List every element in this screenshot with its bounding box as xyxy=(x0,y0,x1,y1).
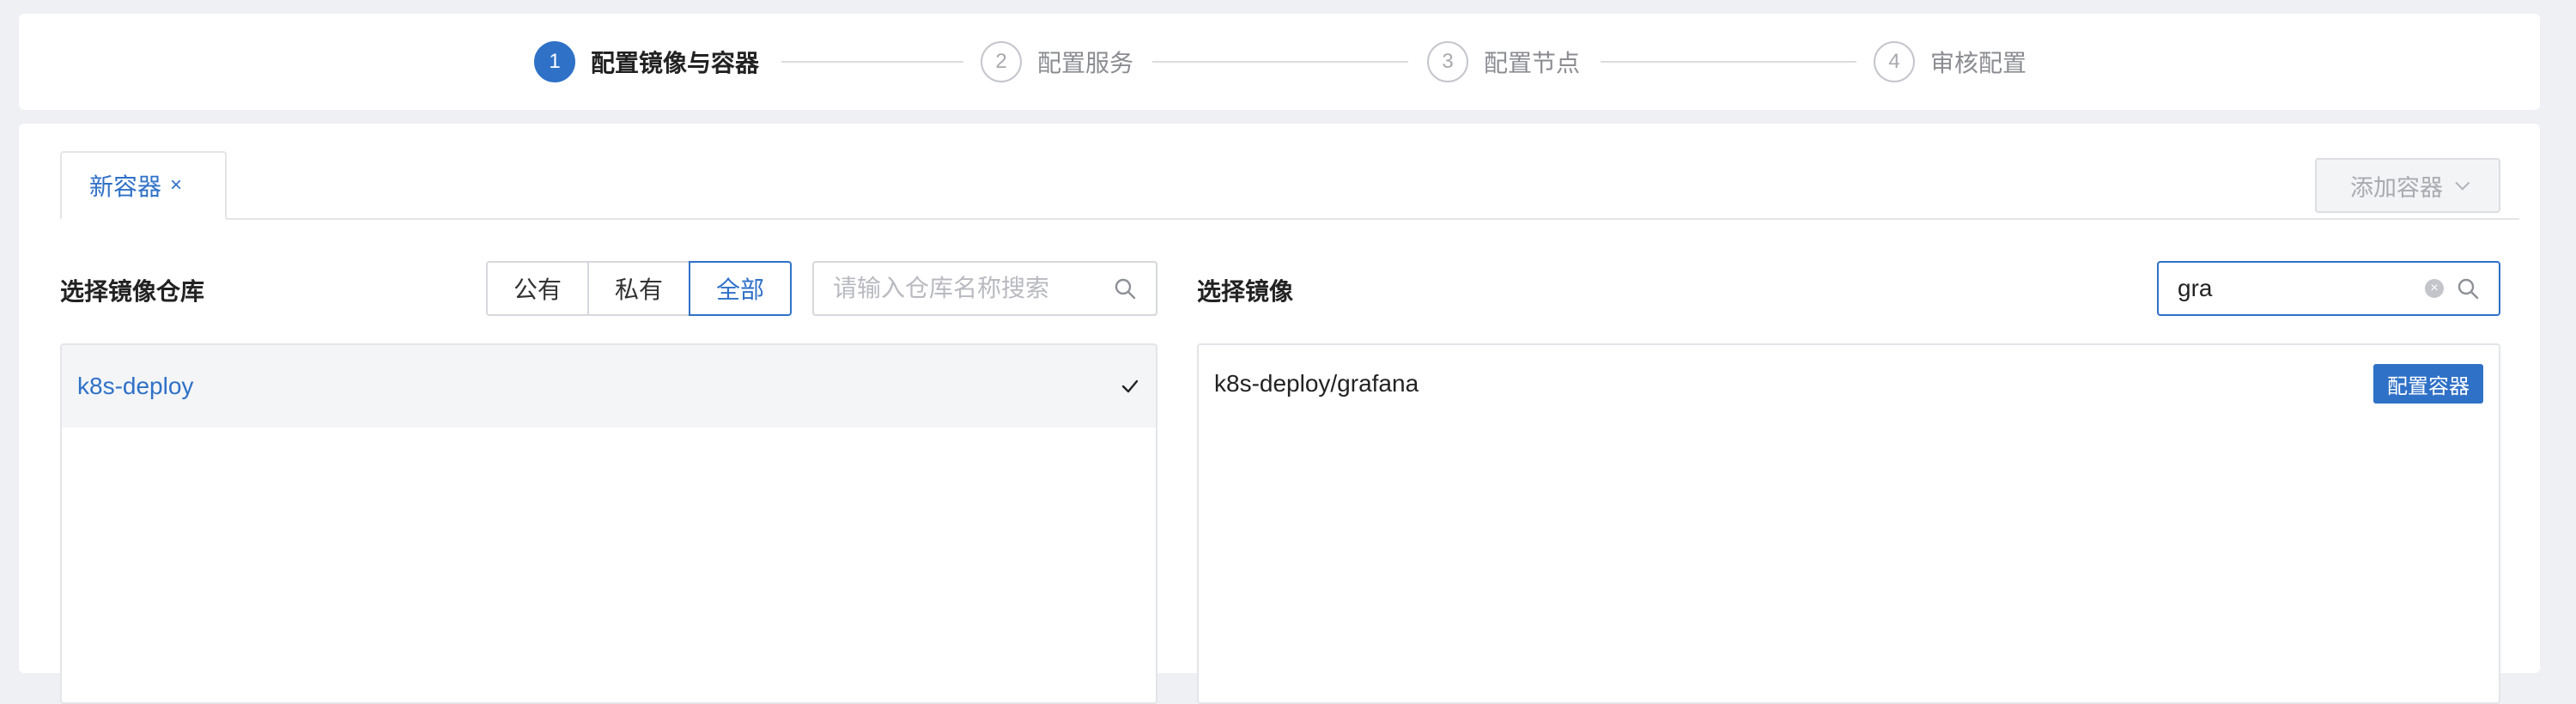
search-icon[interactable] xyxy=(1113,276,1137,300)
add-container-button[interactable]: 添加容器 xyxy=(2315,158,2500,213)
repo-search-box xyxy=(812,261,1157,316)
step-2-number: 2 xyxy=(981,41,1022,82)
clear-icon[interactable]: × xyxy=(2425,279,2444,298)
filter-public-button[interactable]: 公有 xyxy=(486,261,589,316)
tab-new-container[interactable]: 新容器 × xyxy=(60,151,227,220)
tab-divider xyxy=(60,218,2519,220)
repo-search-input[interactable] xyxy=(814,274,1113,303)
step-connector xyxy=(1601,61,1856,63)
step-3-number: 3 xyxy=(1427,41,1468,82)
step-1-number: 1 xyxy=(534,41,575,82)
image-list: k8s-deploy/grafana 配置容器 xyxy=(1197,343,2500,704)
repo-name: k8s-deploy xyxy=(77,373,194,399)
step-4-number: 4 xyxy=(1874,41,1915,82)
chevron-down-icon xyxy=(2455,175,2470,191)
filter-private-button[interactable]: 私有 xyxy=(587,261,690,316)
step-4[interactable]: 4 审核配置 xyxy=(1874,41,2026,82)
repo-list: k8s-deploy xyxy=(60,343,1157,704)
step-1[interactable]: 1 配置镜像与容器 xyxy=(534,41,759,82)
tab-label: 新容器 xyxy=(89,173,162,200)
close-icon[interactable]: × xyxy=(170,175,182,196)
wizard-steps: 1 配置镜像与容器 2 配置服务 3 配置节点 4 审核配置 xyxy=(19,14,2540,110)
list-item[interactable]: k8s-deploy xyxy=(62,345,1156,428)
container-config-panel: 新容器 × 添加容器 选择镜像仓库 公有 私有 全部 k8s-deploy 选择… xyxy=(19,124,2540,704)
repo-section-title: 选择镜像仓库 xyxy=(60,278,205,305)
repo-filter-segmented: 公有 私有 全部 xyxy=(486,261,792,316)
step-2[interactable]: 2 配置服务 xyxy=(981,41,1133,82)
add-container-label: 添加容器 xyxy=(2350,174,2443,201)
step-2-label: 配置服务 xyxy=(1037,50,1134,76)
step-1-label: 配置镜像与容器 xyxy=(591,50,760,76)
search-icon[interactable] xyxy=(2456,276,2480,300)
image-section-title: 选择镜像 xyxy=(1197,278,1294,305)
image-search-box: × xyxy=(2157,261,2500,316)
filter-all-button[interactable]: 全部 xyxy=(689,261,792,316)
step-3-label: 配置节点 xyxy=(1484,50,1581,76)
image-name: k8s-deploy/grafana xyxy=(1214,370,1419,397)
step-3[interactable]: 3 配置节点 xyxy=(1427,41,1580,82)
step-connector xyxy=(781,61,963,63)
step-connector xyxy=(1152,61,1408,63)
check-icon xyxy=(1121,379,1139,393)
configure-container-button[interactable]: 配置容器 xyxy=(2373,364,2483,404)
step-4-label: 审核配置 xyxy=(1930,50,2027,76)
list-item[interactable]: k8s-deploy/grafana 配置容器 xyxy=(1199,345,2499,422)
image-search-input[interactable] xyxy=(2159,274,2425,303)
